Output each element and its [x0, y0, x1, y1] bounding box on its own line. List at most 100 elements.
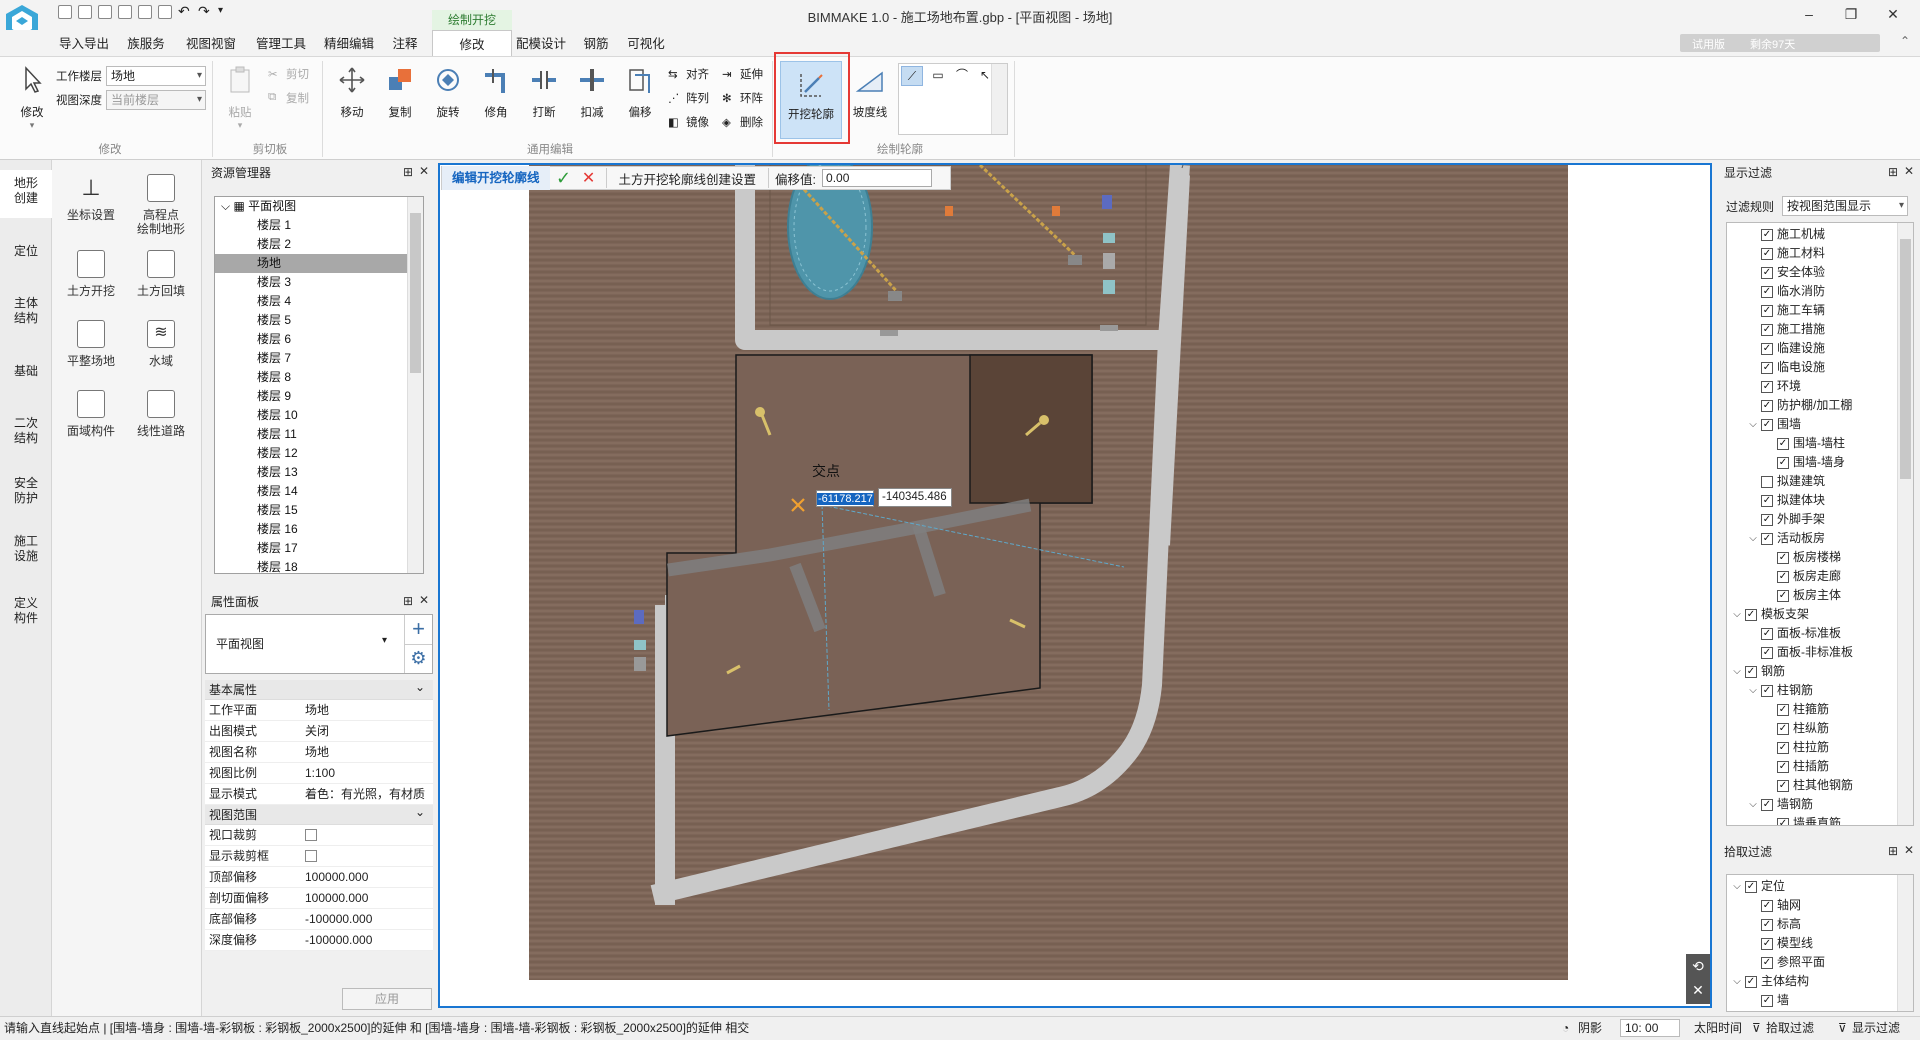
tree-item-level[interactable]: 楼层 16: [215, 520, 423, 539]
tree-item-level[interactable]: 楼层 6: [215, 330, 423, 349]
close-panel-icon[interactable]: ✕: [419, 164, 429, 178]
paste-button[interactable]: 粘贴 ▾: [218, 63, 262, 130]
filter-item[interactable]: ✓ 面板-标准板: [1727, 624, 1913, 643]
extend-button[interactable]: ⇥ 延伸: [722, 63, 763, 85]
tree-item-level[interactable]: 楼层 3: [215, 273, 423, 292]
filter-checkbox[interactable]: ✓: [1745, 608, 1757, 621]
property-checkbox[interactable]: [305, 829, 317, 841]
filter-item[interactable]: ⌵ ✓ 定位: [1727, 877, 1913, 896]
filter-item[interactable]: ✓ 轴网: [1727, 896, 1913, 915]
tool-linear-road[interactable]: 线性道路: [126, 390, 196, 438]
draw-line-icon[interactable]: ⟋: [901, 66, 923, 86]
tab-fine-edit[interactable]: 精细编辑: [318, 30, 380, 56]
property-value[interactable]: 场地: [305, 742, 433, 762]
apply-button[interactable]: 应用: [342, 988, 432, 1010]
filter-item[interactable]: ✓ 临建设施: [1727, 339, 1913, 358]
filter-item[interactable]: ✓ 施工措施: [1727, 320, 1913, 339]
filter-checkbox[interactable]: ✓: [1745, 880, 1757, 893]
property-value[interactable]: -100000.000: [305, 909, 433, 929]
expand-icon[interactable]: ⌵: [1747, 681, 1759, 700]
filter-item[interactable]: ✓ 板房主体: [1727, 586, 1913, 605]
filter-item[interactable]: ✓ 围墙-墙身: [1727, 453, 1913, 472]
category-facilities[interactable]: 施工 设施: [0, 534, 52, 564]
filter-item[interactable]: ✓ 环境: [1727, 377, 1913, 396]
filter-checkbox[interactable]: ✓: [1761, 532, 1773, 545]
resource-scrollbar[interactable]: [407, 197, 423, 573]
category-custom[interactable]: 定义 构件: [0, 596, 52, 626]
gallery-scrollbar[interactable]: [991, 64, 1007, 134]
property-value[interactable]: 1:100: [305, 763, 433, 783]
tree-item-level[interactable]: 楼层 12: [215, 444, 423, 463]
deduct-button[interactable]: 扣减: [570, 63, 614, 129]
filter-item[interactable]: ✓ 围墙-墙柱: [1727, 434, 1913, 453]
filter-checkbox[interactable]: ✓: [1761, 627, 1773, 640]
tree-item-level[interactable]: 楼层 13: [215, 463, 423, 482]
copy-button[interactable]: 复制: [378, 63, 422, 129]
category-safety[interactable]: 安全 防护: [0, 476, 52, 506]
restore-icon[interactable]: ❐: [1830, 2, 1872, 26]
expand-icon[interactable]: ⌵: [1747, 415, 1759, 434]
filter-item[interactable]: ✓ 面板-非标准板: [1727, 643, 1913, 662]
move-button[interactable]: 移动: [330, 63, 374, 129]
view-depth-select[interactable]: 当前楼层: [106, 90, 206, 110]
confirm-check-icon[interactable]: ✓: [550, 168, 578, 189]
pick-filter-scrollbar[interactable]: [1897, 875, 1913, 1011]
tree-item-level[interactable]: 楼层 9: [215, 387, 423, 406]
filter-checkbox[interactable]: ✓: [1777, 551, 1789, 564]
property-value[interactable]: 100000.000: [305, 867, 433, 887]
filter-checkbox[interactable]: ✓: [1761, 342, 1773, 355]
filter-checkbox[interactable]: ✓: [1777, 722, 1789, 735]
tree-item-level[interactable]: 场地: [215, 254, 423, 273]
filter-item[interactable]: ⌵ ✓ 墙钢筋: [1727, 795, 1913, 814]
filter-item[interactable]: 拟建建筑: [1727, 472, 1913, 491]
contour-settings-link[interactable]: 土方开挖轮廓线创建设置: [613, 169, 763, 188]
filter-item[interactable]: ✓ 柱拉筋: [1727, 738, 1913, 757]
ribbon-collapse-icon[interactable]: ⌃: [1900, 34, 1910, 48]
filter-item[interactable]: ✓ 参照平面: [1727, 953, 1913, 972]
filter-checkbox[interactable]: ✓: [1761, 323, 1773, 336]
tree-item-level[interactable]: 楼层 2: [215, 235, 423, 254]
filter-item[interactable]: ✓ 施工机械: [1727, 225, 1913, 244]
category-foundation[interactable]: 基础: [0, 364, 52, 379]
tool-coordinate[interactable]: ⊥ 坐标设置: [56, 174, 126, 222]
tree-item-level[interactable]: 楼层 18: [215, 558, 423, 573]
cut-button[interactable]: ✂ 剪切: [268, 63, 309, 85]
filter-item[interactable]: ✓ 标高: [1727, 915, 1913, 934]
tab-rebar[interactable]: 钢筋: [578, 30, 614, 56]
mirror-button[interactable]: ◧ 镜像: [668, 111, 709, 133]
expand-icon[interactable]: ⌵: [1731, 605, 1743, 624]
filter-checkbox[interactable]: ✓: [1777, 760, 1789, 773]
filter-item[interactable]: ✓ 板房走廊: [1727, 567, 1913, 586]
filter-rule-select[interactable]: 按视图范围显示: [1782, 196, 1908, 216]
close-panel-icon[interactable]: ✕: [1904, 843, 1914, 857]
tool-water[interactable]: ≋ 水域: [126, 320, 196, 368]
tree-item-level[interactable]: 楼层 4: [215, 292, 423, 311]
tree-item-level[interactable]: 楼层 17: [215, 539, 423, 558]
filter-item[interactable]: ⌵ ✓ 柱钢筋: [1727, 681, 1913, 700]
filter-item[interactable]: ✓ 临电设施: [1727, 358, 1913, 377]
tool-elevation[interactable]: 高程点 绘制地形: [126, 174, 196, 236]
filter-checkbox[interactable]: ✓: [1761, 684, 1773, 697]
category-terrain[interactable]: 地形 创建: [0, 170, 52, 218]
tab-manage-tools[interactable]: 管理工具: [250, 30, 312, 56]
tree-item-level[interactable]: 楼层 10: [215, 406, 423, 425]
filter-item[interactable]: ✓ 模型线: [1727, 934, 1913, 953]
display-filter-icon[interactable]: ⊽: [1838, 1017, 1847, 1039]
filter-checkbox[interactable]: ✓: [1761, 228, 1773, 241]
property-checkbox[interactable]: [305, 850, 317, 862]
property-value[interactable]: 着色：有光照，有材质: [305, 784, 433, 804]
sun-time-select[interactable]: 10: 00: [1620, 1019, 1680, 1037]
break-button[interactable]: 打断: [522, 63, 566, 129]
cancel-x-icon[interactable]: ✕: [578, 168, 600, 188]
filter-checkbox[interactable]: ✓: [1761, 899, 1773, 912]
add-type-icon[interactable]: +: [404, 615, 432, 645]
property-type-select[interactable]: 平面视图: [216, 635, 264, 652]
tab-visualize[interactable]: 可视化: [620, 30, 672, 56]
pick-filter-icon[interactable]: ⊽: [1752, 1017, 1761, 1039]
filter-item[interactable]: ✓ 拟建体块: [1727, 491, 1913, 510]
filter-checkbox[interactable]: ✓: [1761, 918, 1773, 931]
tree-item-level[interactable]: 楼层 7: [215, 349, 423, 368]
category-main-structure[interactable]: 主体 结构: [0, 296, 52, 326]
filter-checkbox[interactable]: ✓: [1761, 399, 1773, 412]
filter-item[interactable]: ✓ 安全体验: [1727, 263, 1913, 282]
